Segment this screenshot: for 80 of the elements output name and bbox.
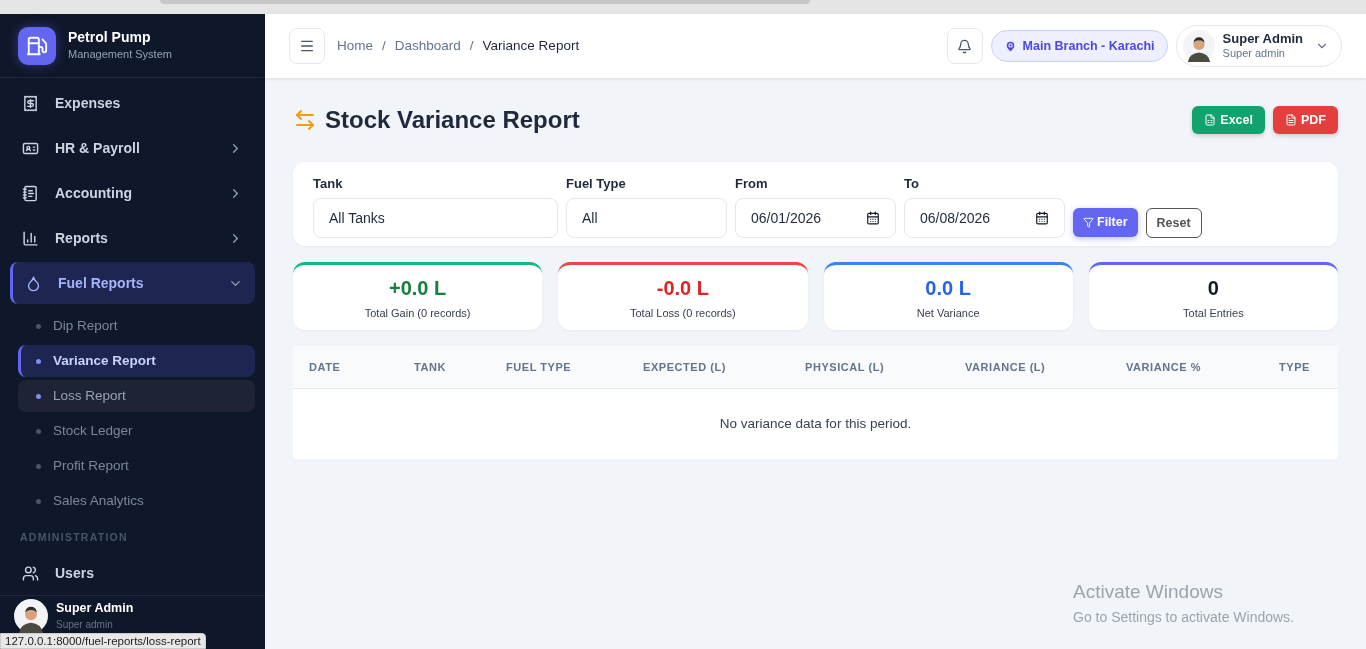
activation-text: Go to Settings to activate Windows. bbox=[1073, 607, 1294, 627]
users-icon bbox=[22, 565, 39, 583]
stat-label: Net Variance bbox=[916, 306, 980, 322]
pdf-button[interactable]: PDF bbox=[1273, 106, 1338, 134]
bullet-icon bbox=[36, 463, 41, 469]
activation-title: Activate Windows bbox=[1073, 580, 1224, 604]
brand-title: Petrol Pump bbox=[68, 28, 152, 47]
stat-value: 0.0 L bbox=[925, 276, 971, 302]
avatar-icon bbox=[14, 599, 48, 633]
submenu-item[interactable]: Variance Report bbox=[18, 345, 255, 377]
sidebar-item[interactable]: Expenses bbox=[10, 82, 255, 124]
fuel-pump-icon bbox=[26, 34, 48, 57]
notification-button[interactable] bbox=[946, 28, 983, 64]
submenu-item[interactable]: Loss Report bbox=[18, 380, 255, 412]
column-header: VARIANCE % bbox=[1126, 359, 1202, 375]
menu-icon bbox=[299, 38, 315, 54]
sidebar-item[interactable]: Accounting bbox=[10, 172, 255, 214]
arrows-icon bbox=[293, 108, 317, 132]
column-header: EXPECTED (L) bbox=[643, 359, 727, 375]
submenu-item[interactable]: Dip Report bbox=[18, 310, 255, 342]
user-role: Super admin bbox=[56, 618, 114, 632]
calendar-icon bbox=[1035, 211, 1049, 225]
spreadsheet-icon bbox=[1204, 114, 1217, 126]
breadcrumb-item: Variance Report bbox=[482, 36, 580, 55]
date-field[interactable]: 06/08/2026 bbox=[904, 198, 1065, 238]
sidebar-item[interactable]: Fuel Reports bbox=[10, 262, 255, 304]
page-title: Stock Variance Report bbox=[325, 105, 580, 135]
column-header: DATE bbox=[309, 359, 342, 375]
sidebar-item[interactable]: HR & Payroll bbox=[10, 127, 255, 169]
column-header: VARIANCE (L) bbox=[965, 359, 1047, 375]
field-label: Fuel Type bbox=[566, 175, 627, 192]
bullet-icon bbox=[36, 358, 41, 364]
bullet-icon bbox=[36, 393, 41, 399]
breadcrumb-separator: / bbox=[469, 36, 474, 55]
stat-label: Total Gain (0 records) bbox=[364, 306, 471, 322]
column-header: FUEL TYPE bbox=[506, 359, 573, 375]
breadcrumb-separator: / bbox=[382, 36, 386, 55]
branch-badge[interactable]: Main Branch - Karachi bbox=[990, 30, 1168, 62]
breadcrumb-item[interactable]: Home bbox=[337, 35, 373, 57]
bullet-icon bbox=[36, 323, 41, 329]
reset-button[interactable]: Reset bbox=[1145, 208, 1202, 238]
droplet-icon bbox=[25, 274, 42, 292]
breadcrumb-item[interactable]: Dashboard bbox=[394, 35, 461, 57]
column-header: PHYSICAL (L) bbox=[805, 359, 886, 375]
select-field[interactable]: All Tanks bbox=[313, 198, 558, 238]
filter-icon bbox=[1083, 217, 1094, 228]
submenu-item[interactable]: Sales Analytics bbox=[18, 485, 255, 517]
section-heading: ADMINISTRATION bbox=[19, 530, 129, 545]
brand-subtitle: Management System bbox=[68, 47, 172, 63]
sidebar-item[interactable]: Reports bbox=[10, 217, 255, 259]
bell-icon bbox=[957, 38, 973, 54]
stat-label: Total Loss (0 records) bbox=[630, 306, 736, 322]
user-name: Super Admin bbox=[56, 601, 134, 616]
field-label: Tank bbox=[313, 175, 344, 192]
field-label: To bbox=[904, 175, 920, 192]
empty-message: No variance data for this period. bbox=[718, 414, 913, 433]
bar-chart-icon bbox=[22, 229, 39, 247]
column-header: TANK bbox=[414, 359, 447, 375]
stat-value: +0.0 L bbox=[389, 276, 447, 302]
stat-label: Total Entries bbox=[1183, 306, 1244, 322]
bullet-icon bbox=[36, 498, 41, 504]
date-field[interactable]: 06/01/2026 bbox=[735, 198, 896, 238]
filter-button[interactable]: Filter bbox=[1073, 208, 1138, 237]
field-label: From bbox=[735, 175, 769, 192]
sidebar-item[interactable]: Users bbox=[10, 552, 255, 595]
submenu-item[interactable]: Stock Ledger bbox=[18, 415, 255, 447]
receipt-icon bbox=[22, 94, 39, 112]
map-pin-icon bbox=[1003, 39, 1017, 53]
bullet-icon bbox=[36, 428, 41, 434]
submenu-item[interactable]: Profit Report bbox=[18, 450, 255, 482]
column-header: TYPE bbox=[1279, 359, 1311, 375]
menu-button[interactable] bbox=[289, 28, 325, 64]
status-tooltip: 127.0.0.1:8000/fuel-reports/loss-report bbox=[0, 633, 206, 649]
avatar-icon bbox=[1182, 30, 1215, 62]
document-icon bbox=[1285, 114, 1297, 126]
select-field[interactable]: All bbox=[566, 198, 727, 238]
stat-value: 0 bbox=[1207, 276, 1219, 302]
calendar-icon bbox=[866, 211, 880, 225]
stat-value: -0.0 L bbox=[656, 276, 709, 302]
notebook-icon bbox=[22, 184, 39, 202]
